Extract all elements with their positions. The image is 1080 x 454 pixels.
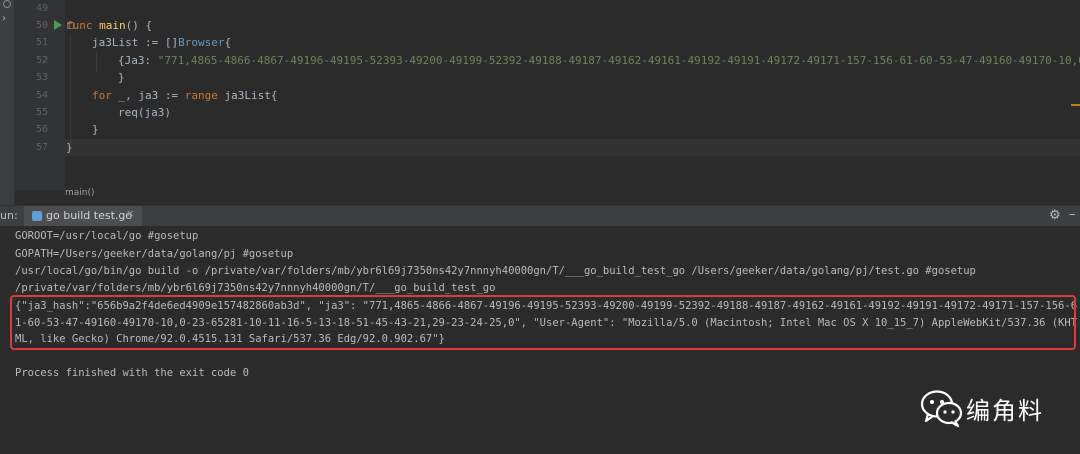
line-number: 50 [35,20,48,31]
output-highlight-box [10,295,1076,350]
type-token: Browser [178,36,225,49]
chevron-right-icon[interactable]: › [2,13,6,24]
current-line-highlight [65,139,1080,156]
code-token: { [224,36,232,49]
code-token: {Ja3: [118,54,158,67]
line-number: 54 [35,90,48,101]
code-token: () { [125,19,153,32]
console-line: /private/var/folders/mb/ybr6l69j7350ns42… [15,282,496,294]
structure-icon[interactable] [3,0,11,8]
keyword-token: func [66,19,100,32]
indent-guide [96,52,97,72]
line-number: 53 [35,72,48,83]
gear-icon[interactable]: ⚙ [1049,208,1061,223]
run-gutter-icon[interactable] [54,20,62,30]
indent-guide [70,34,71,144]
code-line[interactable]: req(ja3) [118,104,171,121]
go-file-icon [32,211,42,221]
breadcrumb[interactable]: main() [65,188,95,198]
scrollbar-marker[interactable] [1071,104,1080,106]
code-line[interactable]: func main() { [66,17,152,34]
code-line[interactable]: } [92,121,99,138]
line-number: 57 [35,142,48,153]
console-line: GOPATH=/Users/geeker/data/golang/pj #gos… [15,248,294,260]
project-tool-strip: › [0,0,15,205]
line-number: 55 [35,107,48,118]
watermark-text: 编角料 [966,397,1044,425]
line-number-gutter: 49 50 51 52 53 54 55 56 57 [15,0,74,190]
code-line[interactable]: } [66,139,73,156]
code-line[interactable]: ja3List := []Browser{ [92,34,231,51]
close-icon[interactable]: ✕ [126,209,134,220]
code-line[interactable]: } [118,69,125,86]
function-name-token: main [99,19,126,32]
line-number: 56 [35,124,48,135]
code-token: ja3List := [] [92,36,179,49]
run-tab-label[interactable]: go build test.go [46,209,132,222]
string-token: "771,4865-4866-4867-49196-49195-52393-49… [157,54,1080,67]
code-token: ja3List{ [224,89,278,102]
code-editor[interactable]: › 49 50 51 52 53 54 55 56 57 func main()… [0,0,1080,205]
run-label: un: [0,209,18,222]
wechat-icon [920,390,963,428]
code-token: _, ja3 := [118,89,185,102]
code-line[interactable]: {Ja3: "771,4865-4866-4867-49196-49195-52… [118,52,1080,69]
console-line: /usr/local/go/bin/go build -o /private/v… [15,265,976,277]
run-tool-window-header: un: go build test.go ✕ ⚙ – [0,205,1080,227]
line-number: 51 [35,37,48,48]
console-line: GOROOT=/usr/local/go #gosetup [15,230,199,242]
minimize-icon[interactable]: – [1069,207,1076,222]
code-line[interactable]: for _, ja3 := range ja3List{ [92,87,277,104]
keyword-token: for [92,89,119,102]
line-number: 52 [35,55,48,66]
run-console[interactable]: GOROOT=/usr/local/go #gosetup GOPATH=/Us… [0,226,1080,454]
line-number: 49 [35,3,48,14]
console-line: Process finished with the exit code 0 [15,367,249,379]
keyword-token: range [184,89,225,102]
